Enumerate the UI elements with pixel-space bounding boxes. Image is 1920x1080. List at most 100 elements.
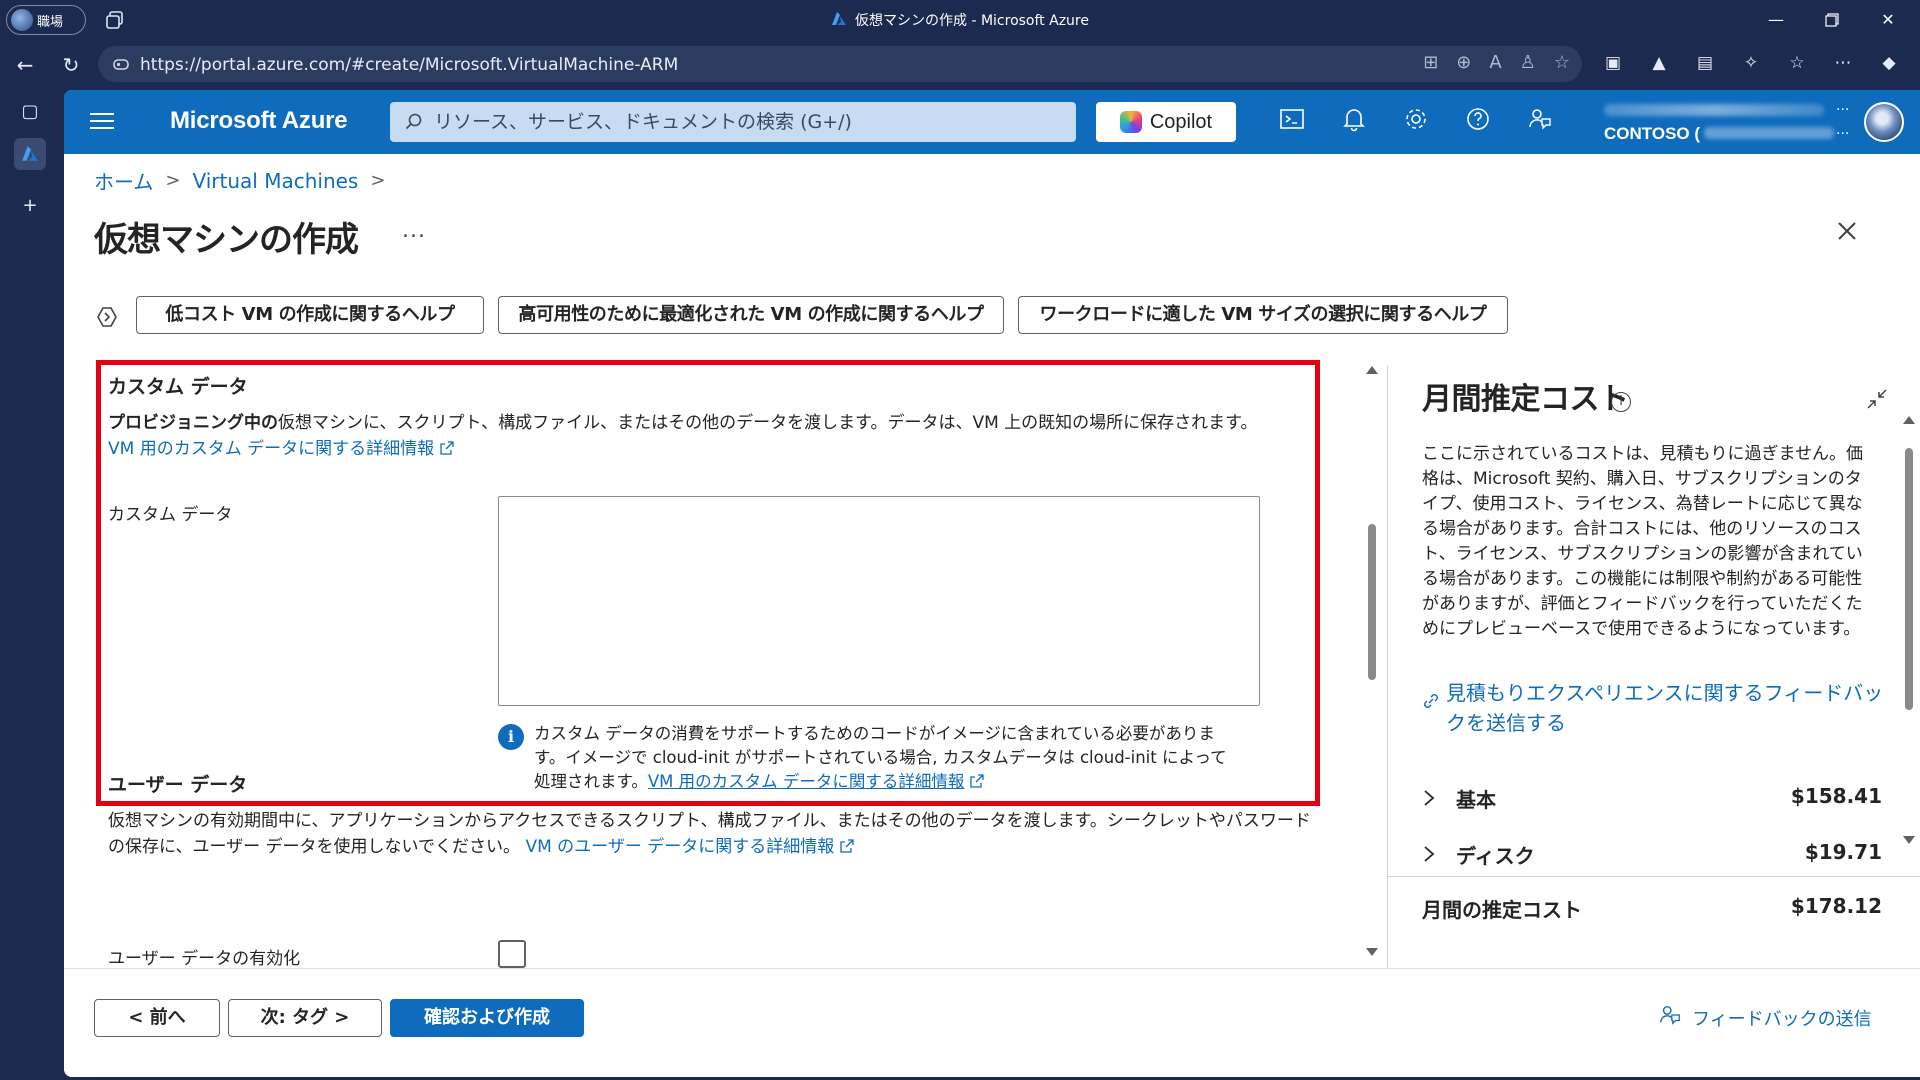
scroll-down-arrow-icon[interactable] [1366,948,1378,956]
custom-data-learn-more-link[interactable]: VM 用のカスタム データに関する詳細情報 [108,436,454,462]
scroll-down-arrow-icon[interactable] [1903,836,1915,844]
cost-row-disk[interactable]: ディスク $19.71 [1422,840,1882,870]
cost-feedback-link[interactable]: 見積もりエクスペリエンスに関するフィードバックを送信する [1422,678,1892,738]
copilot-logo-icon [1119,111,1142,133]
favorites-icon[interactable]: ☆ [1782,48,1812,78]
page-more-menu[interactable]: ... [402,218,426,243]
account-sync-icon[interactable]: ♙ [1520,52,1536,73]
custom-data-info-link[interactable]: VM 用のカスタム データに関する詳細情報 [648,772,965,791]
browser-title-bar: 職場 仮想マシンの作成 - Microsoft Azure — ✕ [0,0,1920,40]
breadcrumb-home[interactable]: ホーム [94,166,153,195]
close-window-button[interactable]: ✕ [1868,6,1908,34]
search-input[interactable] [434,102,1054,142]
site-info-icon[interactable] [112,55,130,73]
send-feedback-link[interactable]: フィードバックの送信 [1660,1005,1872,1031]
cost-row-basic[interactable]: 基本 $158.41 [1422,784,1882,814]
cost-description: ここに示されているコストは、見積もりに過ぎません。価格は、Microsoft 契… [1422,444,1863,639]
azure-tab-icon[interactable] [14,138,46,170]
user-data-learn-more-link[interactable]: VM のユーザー データに関する詳細情報 [525,837,834,857]
custom-data-textarea[interactable] [498,496,1260,706]
cost-row-amount: $19.71 [1804,840,1882,864]
external-link-icon [440,441,454,455]
url-text[interactable]: https://portal.azure.com/#create/Microso… [140,55,678,75]
external-link-icon [840,839,854,853]
breadcrumb-separator: > [370,170,386,191]
link-icon [1424,694,1438,708]
user-data-heading: ユーザー データ [108,774,248,796]
next-tags-button[interactable]: 次: タグ > [228,999,382,1037]
review-create-button[interactable]: 確認および作成 [390,999,584,1037]
extensions-bar: ▣ ▲ ▤ ✧ ☆ ⋯ ◆ [1598,48,1904,78]
custom-data-heading: カスタム データ [108,376,248,398]
address-bar-actions: ⊞ ⊕ A ♙ ☆ [1423,52,1570,73]
copilot-help-icon [97,307,117,327]
search-icon [405,113,422,130]
info-icon: i [498,724,524,750]
help-question-icon[interactable] [1462,106,1494,138]
previous-button[interactable]: < 前へ [94,999,220,1037]
address-bar[interactable]: https://portal.azure.com/#create/Microso… [98,46,1582,82]
azure-portal: Microsoft Azure Copilot ... CONTOSO ( [64,90,1920,1077]
extension-azure-icon[interactable]: ▲ [1644,48,1674,78]
cost-info-icon[interactable]: i [1611,392,1631,412]
extensions-puzzle-icon[interactable]: ✧ [1736,48,1766,78]
custom-data-field-label: カスタム データ [108,505,233,525]
tenant-name-redacted [1704,127,1834,139]
settings-gear-icon[interactable] [1400,106,1432,138]
form-content: カスタム データ プロビジョニング中の仮想マシンに、スクリプト、構成ファイル、ま… [64,358,1384,968]
global-search[interactable] [390,102,1076,142]
copilot-sidebar-icon[interactable]: ◆ [1874,48,1904,78]
read-aloud-icon[interactable]: A [1489,52,1501,73]
restore-button[interactable] [1812,6,1852,34]
minimize-button[interactable]: — [1756,6,1796,34]
cost-row-label: ディスク [1456,844,1535,868]
extension-amazon-icon[interactable]: ▤ [1690,48,1720,78]
user-avatar[interactable] [1864,102,1904,142]
scroll-thumb[interactable] [1905,448,1913,710]
scroll-up-arrow-icon[interactable] [1903,416,1915,424]
help-vm-size-button[interactable]: ワークロードに適した VM サイズの選択に関するヘルプ [1018,296,1508,334]
chevron-right-icon [1424,790,1435,806]
refresh-icon[interactable]: ↻ [56,50,86,80]
back-icon[interactable]: ← [10,50,40,80]
notifications-bell-icon[interactable] [1338,106,1370,138]
feedback-icon[interactable] [1524,106,1556,138]
cost-divider [1388,876,1920,877]
copilot-button[interactable]: Copilot [1096,102,1236,142]
portal-header: Microsoft Azure Copilot ... CONTOSO ( [64,90,1920,154]
close-blade-icon[interactable] [1834,218,1866,250]
help-low-cost-vm-button[interactable]: 低コスト VM の作成に関するヘルプ [136,296,484,334]
favorite-star-icon[interactable]: ☆ [1554,52,1570,73]
vertical-tab-strip: ▢ + [0,88,60,1080]
account-tenant: CONTOSO ( [1604,124,1701,143]
zoom-icon[interactable]: ⊕ [1456,52,1471,73]
breadcrumb-virtual-machines[interactable]: Virtual Machines [193,169,359,193]
custom-data-info-text: カスタム データの消費をサポートするためのコードがイメージに含まれている必要があ… [534,724,1227,791]
app-available-icon[interactable]: ⊞ [1423,52,1438,73]
portal-brand[interactable]: Microsoft Azure [170,107,348,135]
new-tab-plus-icon[interactable]: + [14,190,46,222]
scroll-up-arrow-icon[interactable] [1366,366,1378,374]
feedback-icon [1660,1005,1680,1025]
account-name-redacted [1604,104,1824,116]
cost-estimate-pane: 月間推定コスト i ここに示されているコストは、見積もりに過ぎません。価格は、M… [1387,366,1920,970]
external-link-icon [970,774,985,788]
cost-row-label: 基本 [1456,788,1496,812]
scroll-thumb[interactable] [1368,524,1376,680]
more-menu-icon[interactable]: ⋯ [1828,48,1858,78]
collapse-pane-icon[interactable] [1866,388,1888,410]
address-bar-row: ← ↻ https://portal.azure.com/#create/Mic… [0,40,1920,88]
cost-pane-scrollbar[interactable] [1901,416,1917,846]
copilot-label: Copilot [1149,110,1213,133]
cost-total-label: 月間の推定コスト [1422,898,1582,922]
footer-bar: < 前へ 次: タグ > 確認および作成 フィードバックの送信 [64,968,1920,1077]
extension-t-icon[interactable]: ▣ [1598,48,1628,78]
breadcrumb-separator: > [165,170,181,191]
user-data-enable-checkbox[interactable] [498,940,526,968]
main-scrollbar[interactable] [1364,366,1380,960]
tab-panel-icon[interactable]: ▢ [14,96,46,128]
account-menu[interactable]: ... CONTOSO ( ... [1604,98,1854,146]
portal-menu-icon[interactable] [90,108,114,132]
help-high-availability-vm-button[interactable]: 高可用性のために最適化された VM の作成に関するヘルプ [498,296,1004,334]
cloud-shell-icon[interactable] [1276,106,1308,138]
